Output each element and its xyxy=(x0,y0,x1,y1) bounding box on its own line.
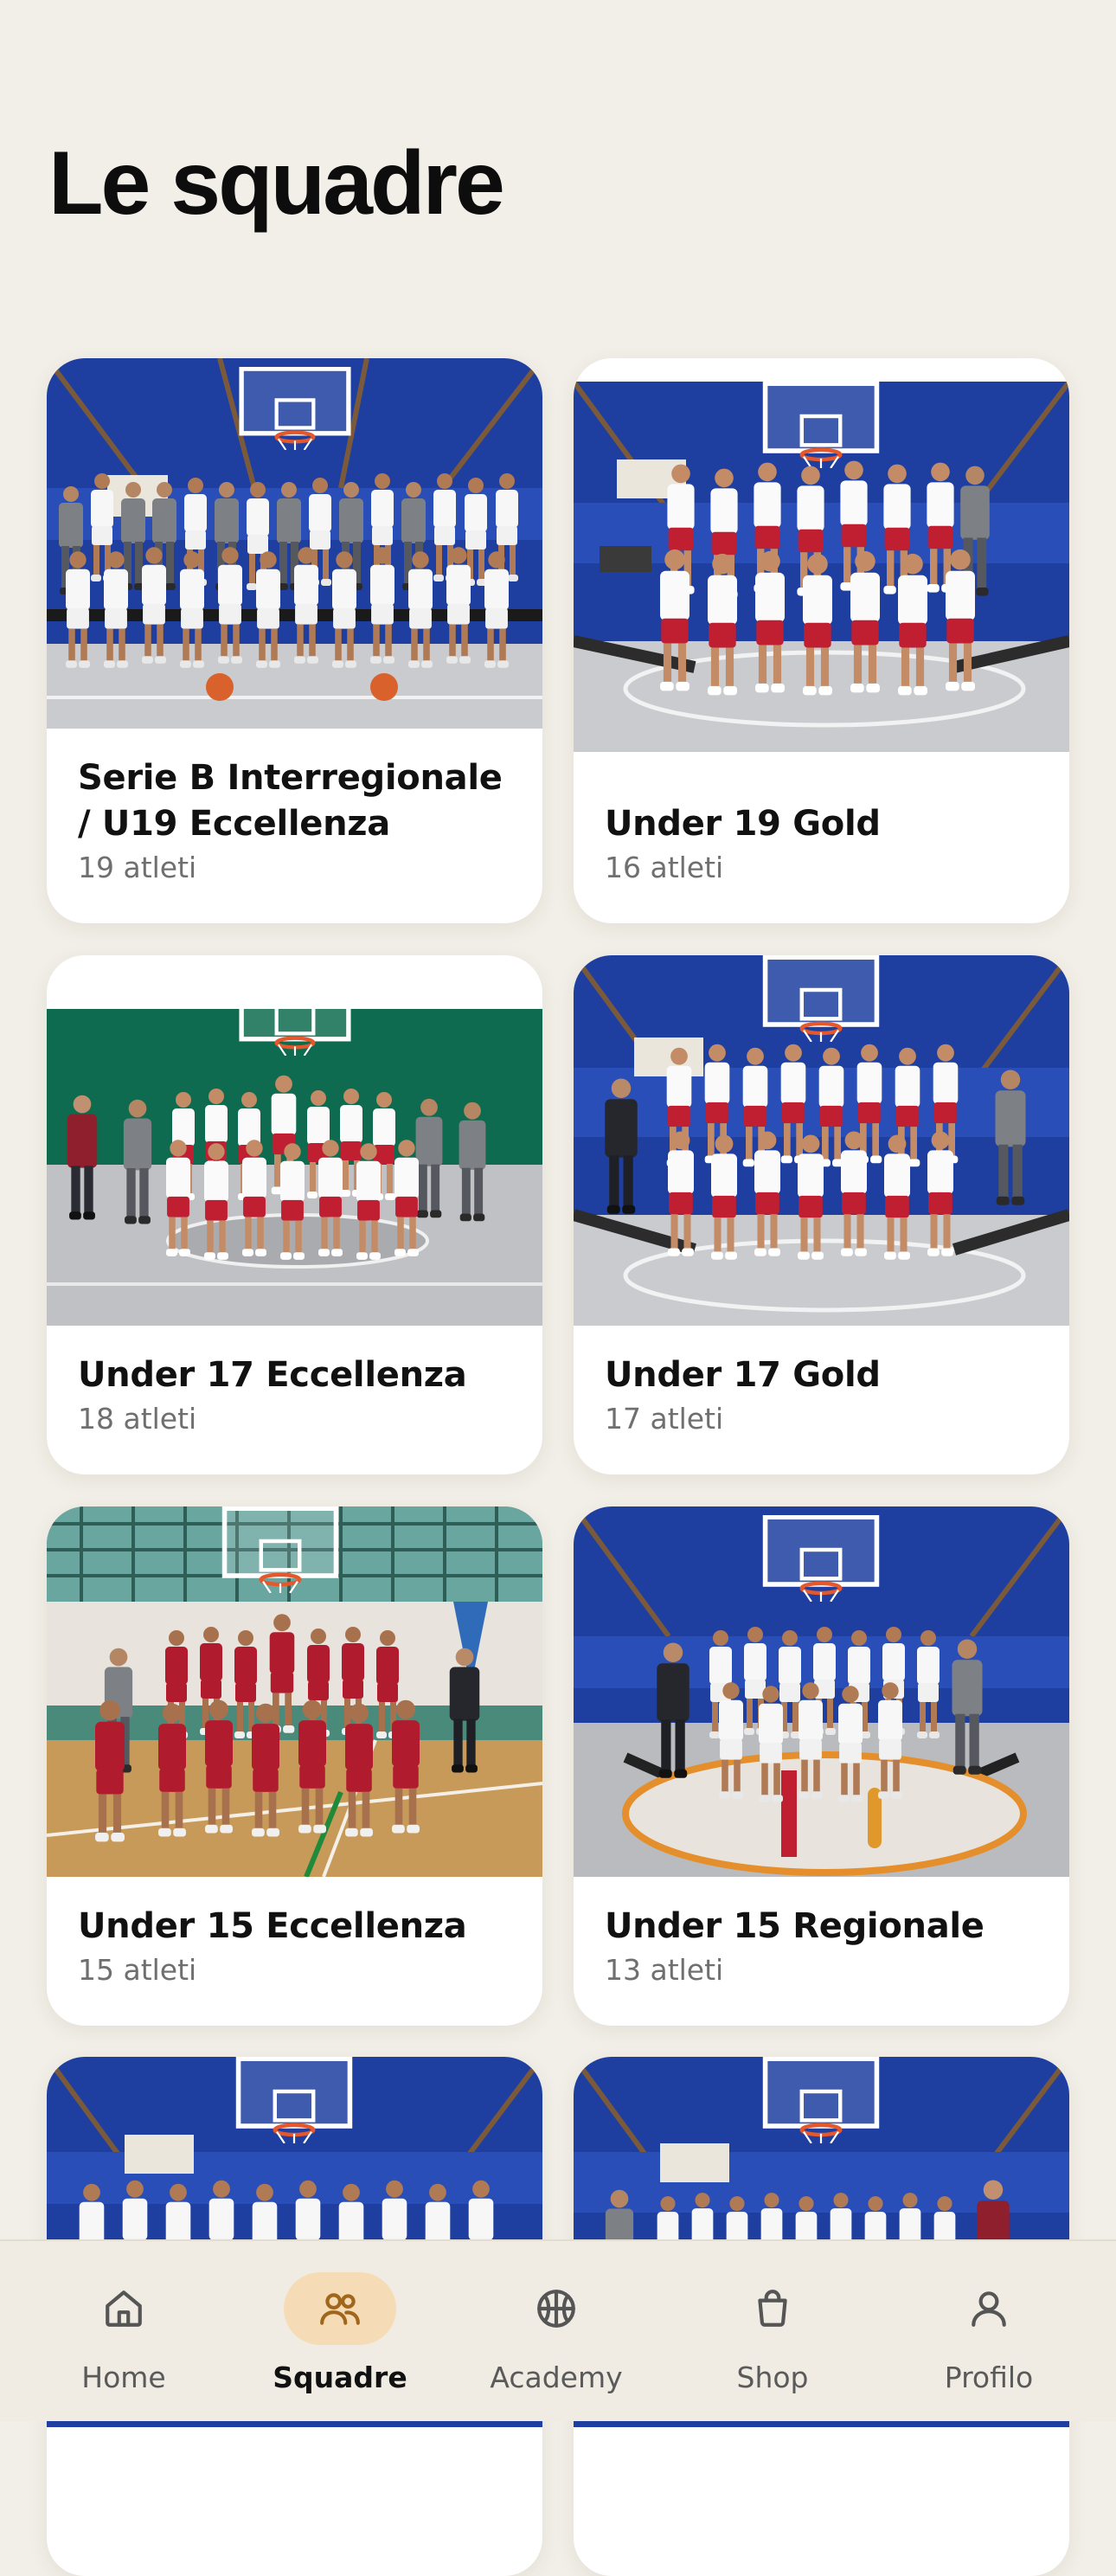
team-card[interactable]: Under 17 Gold 17 atleti xyxy=(574,955,1069,1474)
shopping-bag-icon xyxy=(758,2290,787,2327)
bottom-tab-bar: Home Squadre Academy Shop Profilo xyxy=(0,2239,1116,2421)
team-athlete-count: 16 atleti xyxy=(605,851,724,884)
team-name: Under 15 Regionale xyxy=(605,1906,985,1946)
team-photo xyxy=(574,1506,1069,1877)
team-card[interactable]: Under 15 Regionale 13 atleti xyxy=(574,1506,1069,2026)
team-photo xyxy=(574,955,1069,1326)
basketball-icon xyxy=(537,2290,575,2328)
team-card[interactable]: Serie B Interregionale / U19 Eccellenza … xyxy=(47,358,542,923)
tab-label: Squadre xyxy=(273,2361,407,2394)
tab-profilo[interactable]: Profilo xyxy=(881,2241,1097,2421)
team-athlete-count: 19 atleti xyxy=(78,851,197,884)
home-icon xyxy=(106,2290,142,2327)
team-athlete-count: 15 atleti xyxy=(78,1953,197,1987)
tab-label: Home xyxy=(81,2361,166,2394)
tab-squadre[interactable]: Squadre xyxy=(232,2241,448,2421)
team-photo xyxy=(47,955,542,1326)
tab-home[interactable]: Home xyxy=(16,2241,232,2421)
tab-shop[interactable]: Shop xyxy=(664,2241,881,2421)
page-title: Le squadre xyxy=(48,133,505,234)
team-card[interactable]: Under 15 Eccellenza 15 atleti xyxy=(47,1506,542,2026)
team-name: Under 19 Gold xyxy=(605,804,881,844)
team-photo xyxy=(574,382,1069,752)
team-athlete-count: 17 atleti xyxy=(605,1402,724,1436)
tab-label: Academy xyxy=(490,2361,623,2394)
tab-label: Shop xyxy=(736,2361,809,2394)
user-icon xyxy=(972,2291,1006,2327)
team-card[interactable]: Under 19 Gold 16 atleti xyxy=(574,358,1069,923)
tab-label: Profilo xyxy=(944,2361,1034,2394)
team-photo xyxy=(47,1506,542,1877)
team-athlete-count: 18 atleti xyxy=(78,1402,197,1436)
team-card[interactable]: Under 17 Eccellenza 18 atleti xyxy=(47,955,542,1474)
team-athlete-count: 13 atleti xyxy=(605,1953,724,1987)
team-name: Serie B Interregionale / U19 Eccellenza xyxy=(78,758,503,844)
team-name: Under 15 Eccellenza xyxy=(78,1906,467,1946)
team-name: Under 17 Eccellenza xyxy=(78,1355,467,1395)
team-photo xyxy=(47,358,542,729)
team-name: Under 17 Gold xyxy=(605,1355,881,1395)
tab-academy[interactable]: Academy xyxy=(448,2241,664,2421)
people-icon xyxy=(320,2293,360,2325)
